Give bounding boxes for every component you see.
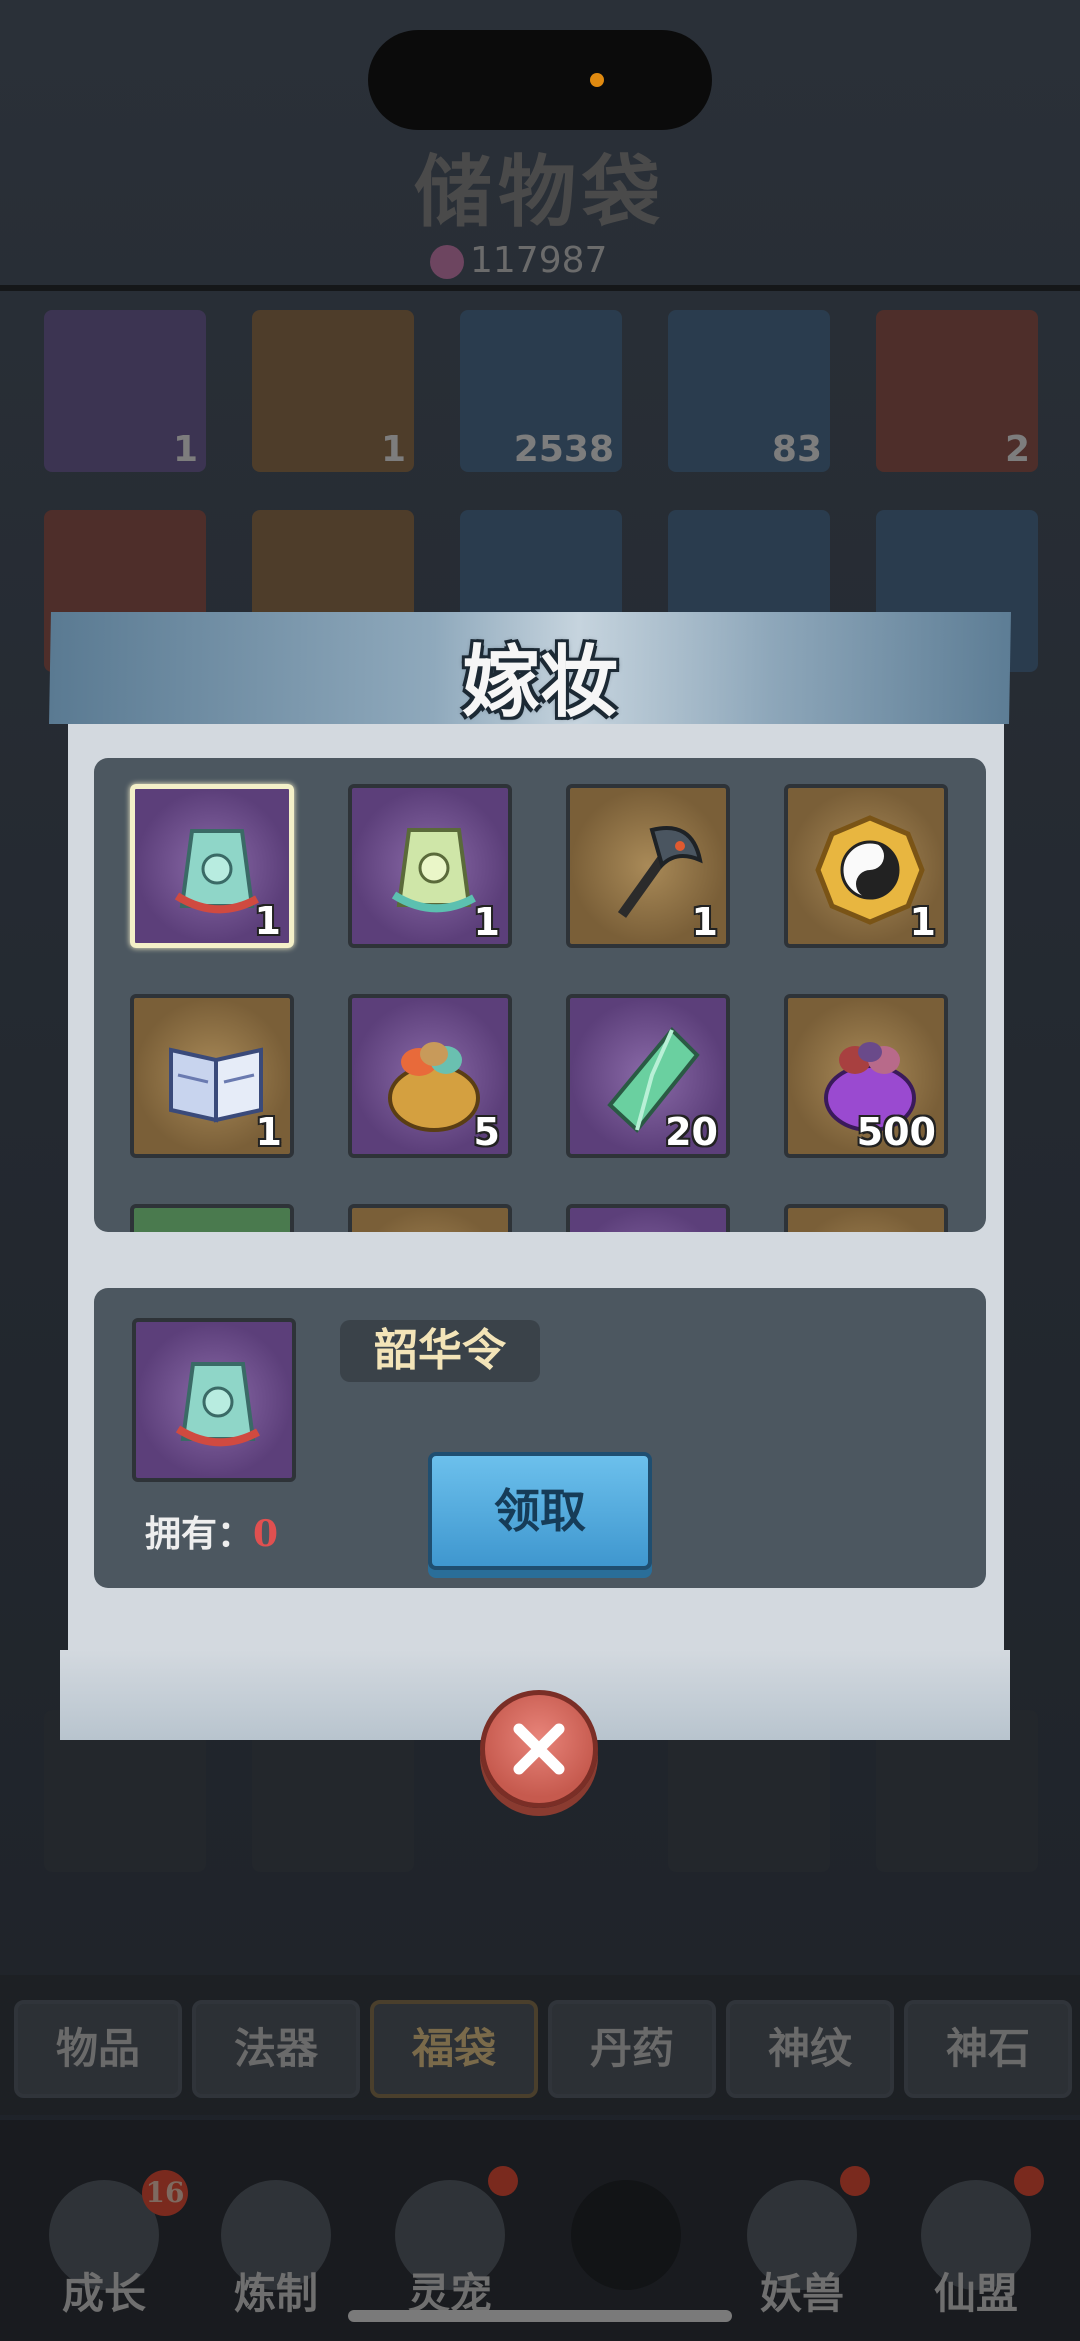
reward-count: 1 (909, 900, 936, 944)
nav-label: 妖兽 (759, 2269, 844, 2318)
tab-artifacts[interactable]: 法器 (192, 2000, 360, 2098)
reward-slot[interactable]: 5 (348, 994, 512, 1158)
reward-count: 5 (473, 1110, 500, 1154)
bg-item-count: 2 (1004, 429, 1030, 470)
notification-dot (1014, 2166, 1044, 2196)
storage-title: 储物袋 (413, 147, 666, 238)
reward-count: 20 (665, 1110, 718, 1154)
bg-item-cell[interactable]: 2538 (460, 310, 622, 472)
reward-count: 1 (691, 900, 718, 944)
selected-item-slot (132, 1318, 296, 1482)
nav-beasts[interactable]: 妖兽 (722, 2166, 882, 2321)
owned-label: 拥有： (145, 1513, 254, 1555)
reward-count: 1 (254, 899, 281, 943)
nav-alliance[interactable]: 仙盟 (896, 2166, 1056, 2321)
currency-value: 117987 (470, 240, 608, 281)
nav-label: 成长 (61, 2269, 146, 2318)
notification-dot (840, 2166, 870, 2196)
bg-item-cell[interactable]: 2 (876, 310, 1038, 472)
nav-close-center[interactable] (546, 2180, 706, 2290)
notification-badge: 16 (142, 2170, 188, 2216)
close-button[interactable] (480, 1690, 598, 1808)
nav-pet[interactable]: 灵宠 (370, 2166, 530, 2321)
claim-button[interactable]: 领取 (428, 1452, 652, 1570)
reward-slot[interactable]: 500 (784, 994, 948, 1158)
tab-runes[interactable]: 神纹 (726, 2000, 894, 2098)
bg-item-cell[interactable]: 1 (252, 310, 414, 472)
reward-grid-panel: 1 1 1 1 1 5 20 500 (94, 758, 986, 1232)
tab-lucky-bags[interactable]: 福袋 (370, 2000, 538, 2098)
bg-item-count: 1 (380, 429, 406, 470)
reward-slot[interactable]: 20 (566, 994, 730, 1158)
reward-slot[interactable] (566, 1204, 730, 1232)
gem-icon (430, 245, 464, 279)
nav-refine[interactable]: 炼制 (196, 2180, 356, 2321)
bg-item-count: 2538 (513, 429, 614, 470)
reward-slot[interactable]: 1 (130, 994, 294, 1158)
bg-item-cell[interactable]: 1 (44, 310, 206, 472)
currency-display: 117987 (430, 240, 607, 281)
close-icon (513, 1723, 565, 1775)
reward-count: 500 (856, 1110, 936, 1154)
token-tag-icon (175, 1362, 260, 1447)
reward-slot[interactable]: 1 (130, 784, 294, 948)
reward-slot[interactable] (348, 1204, 512, 1232)
reward-slot[interactable] (784, 1204, 948, 1232)
bg-item-cell[interactable]: 83 (668, 310, 830, 472)
indicator-dot (590, 73, 604, 87)
reward-slot[interactable]: 1 (348, 784, 512, 948)
nav-label: 仙盟 (933, 2269, 1018, 2318)
tab-divine-stones[interactable]: 神石 (904, 2000, 1072, 2098)
reward-count: 1 (255, 1110, 282, 1154)
dynamic-island (368, 30, 712, 130)
reward-slot[interactable]: 1 (784, 784, 948, 948)
close-center-icon (571, 2180, 681, 2290)
nav-growth[interactable]: 成长 16 (24, 2170, 188, 2321)
owned-value: 0 (253, 1513, 279, 1555)
dialog-title: 嫁妆 (461, 637, 618, 728)
reward-count: 1 (473, 900, 500, 944)
owned-count: 拥有：0 (145, 1505, 278, 1557)
bg-item-count: 1 (172, 429, 198, 470)
header-divider (0, 285, 1080, 291)
home-indicator[interactable] (348, 2310, 732, 2322)
reward-slot[interactable] (130, 1204, 294, 1232)
item-name: 韶华令 (340, 1320, 540, 1382)
tab-pills[interactable]: 丹药 (548, 2000, 716, 2098)
tab-items[interactable]: 物品 (14, 2000, 182, 2098)
bg-item-count: 83 (771, 429, 822, 470)
notification-dot (488, 2166, 518, 2196)
reward-slot[interactable]: 1 (566, 784, 730, 948)
nav-label: 炼制 (233, 2269, 318, 2318)
